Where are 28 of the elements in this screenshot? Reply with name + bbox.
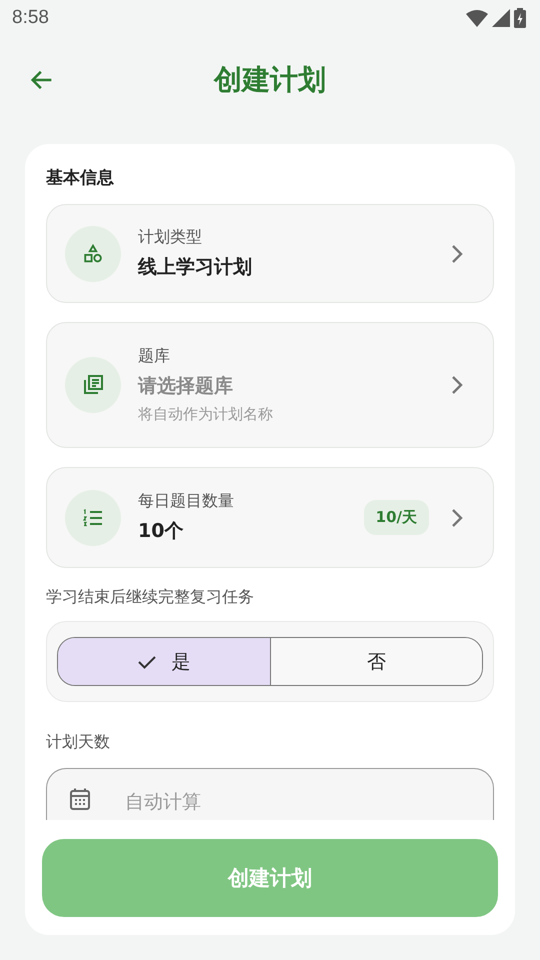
signal-icon bbox=[492, 9, 510, 27]
battery-icon bbox=[514, 8, 526, 28]
list-icon bbox=[81, 373, 105, 397]
row-label: 每日题目数量 bbox=[138, 491, 235, 512]
row-value: 线上学习计划 bbox=[138, 255, 253, 280]
section-title: 基本信息 bbox=[46, 167, 115, 189]
status-time: 8:58 bbox=[12, 7, 49, 29]
chevron-icon bbox=[451, 508, 463, 528]
row-label: 题库 bbox=[138, 346, 171, 367]
row-hint: 将自动作为计划名称 bbox=[138, 405, 274, 424]
chevron-icon bbox=[451, 375, 463, 395]
row-label: 计划类型 bbox=[138, 227, 203, 248]
segment-option[interactable]: 是 bbox=[58, 638, 270, 685]
selector-row[interactable]: 每日题目数量 10个 10/天 bbox=[46, 467, 494, 568]
question-label: 学习结束后继续完整复习任务 bbox=[46, 587, 255, 608]
chevron-icon bbox=[451, 244, 463, 264]
input-field[interactable]: 自动计算 bbox=[46, 768, 494, 820]
page-title: 创建计划 bbox=[214, 63, 326, 96]
wifi-icon bbox=[466, 9, 488, 27]
segment-option[interactable]: 否 bbox=[270, 638, 482, 685]
selector-row[interactable]: 计划类型 线上学习计划 bbox=[46, 204, 494, 303]
selector-row[interactable]: 题库 请选择题库 将自动作为计划名称 bbox=[46, 322, 494, 448]
row-placeholder: 请选择题库 bbox=[138, 374, 234, 399]
field-label: 计划天数 bbox=[46, 732, 111, 753]
row-value: 10个 bbox=[138, 519, 184, 544]
count-badge: 10/天 bbox=[364, 500, 429, 535]
check-icon bbox=[137, 654, 158, 670]
shapes-icon bbox=[82, 242, 104, 264]
